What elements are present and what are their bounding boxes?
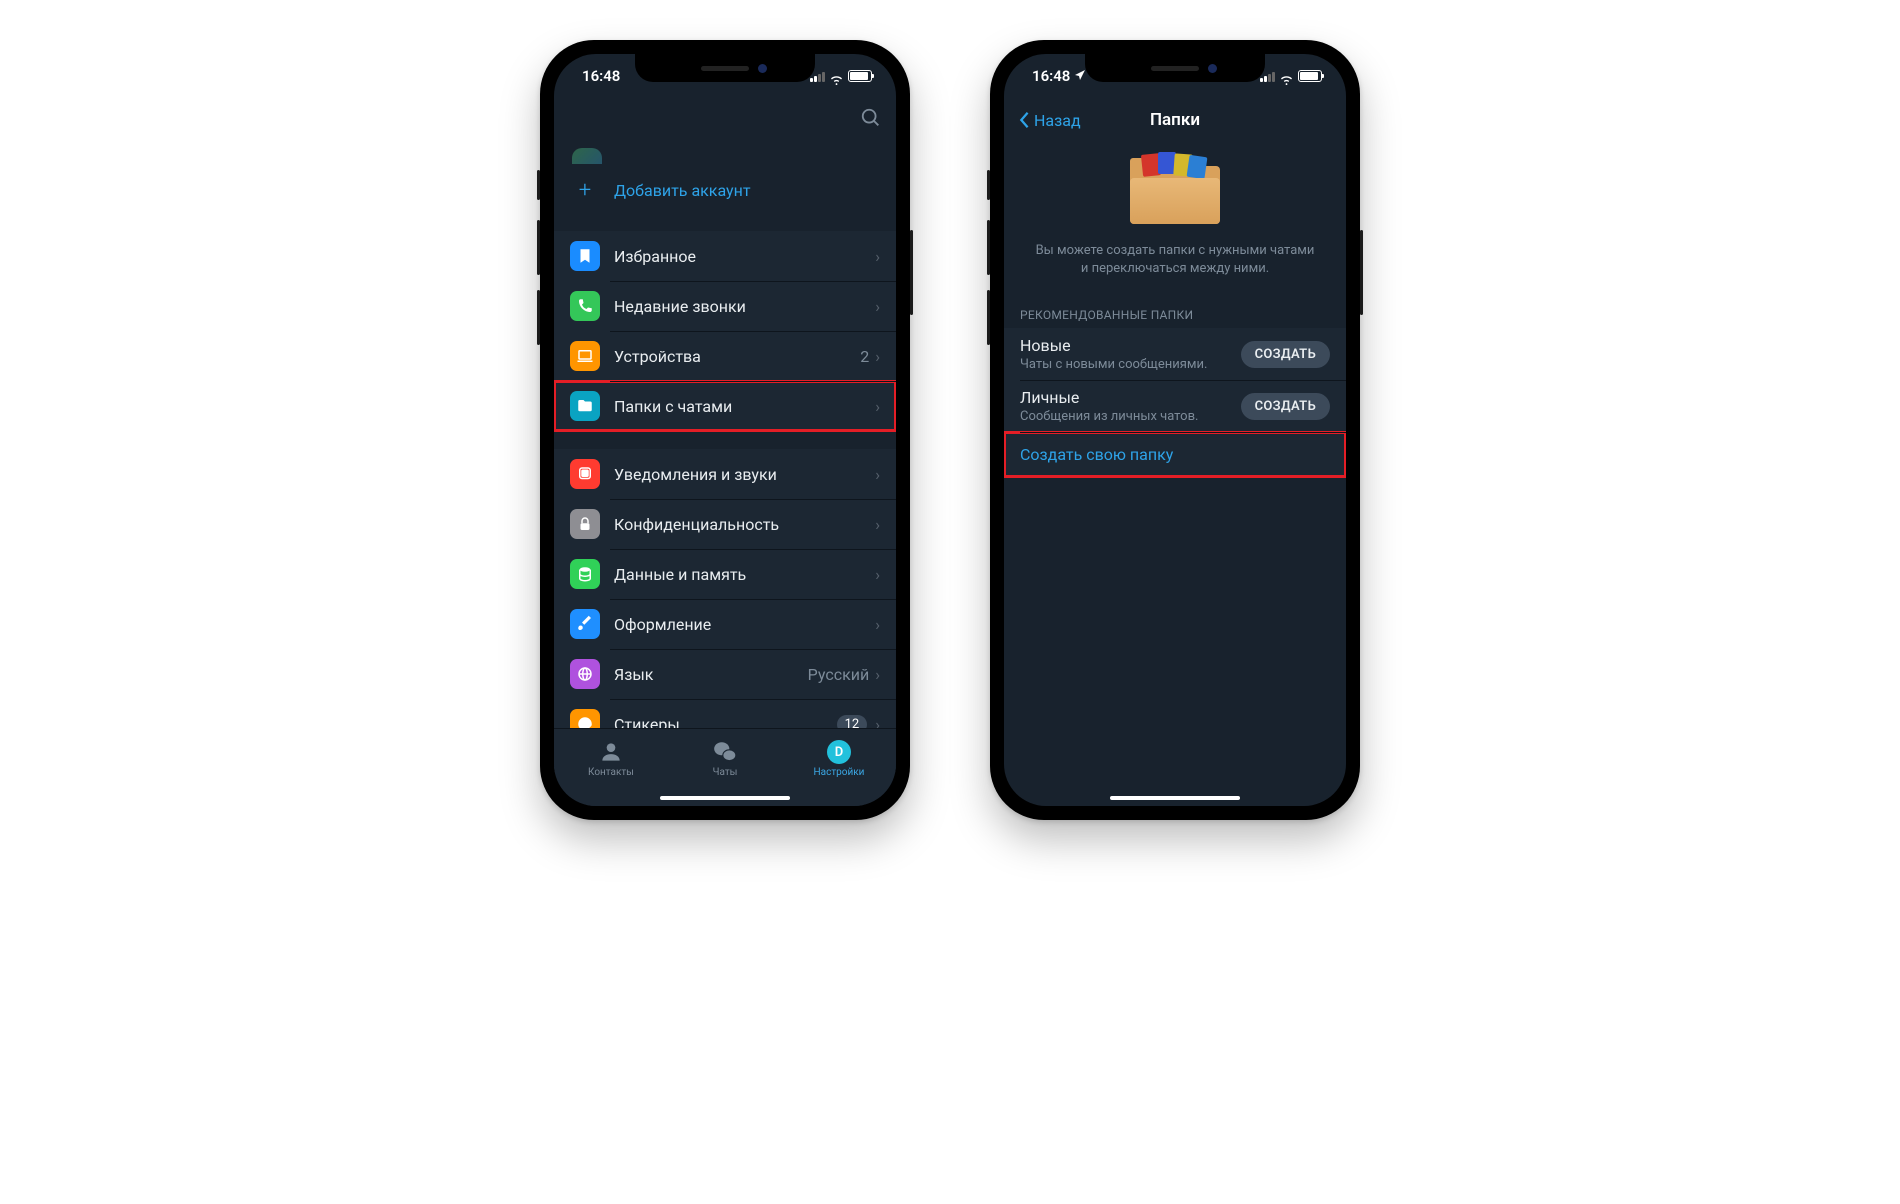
status-time: 16:48 <box>1032 67 1070 85</box>
section-header-recommended: РЕКОМЕНДОВАННЫЕ ПАПКИ <box>1004 302 1346 328</box>
create-button[interactable]: СОЗДАТЬ <box>1241 393 1330 420</box>
add-account-label: Добавить аккаунт <box>614 181 880 200</box>
data-icon <box>570 559 600 589</box>
folder-illustration <box>1130 152 1220 224</box>
phone-icon <box>570 291 600 321</box>
lock-icon <box>570 509 600 539</box>
hero-description: Вы можете создать папки с нужными чатами… <box>1034 242 1316 278</box>
notch <box>1085 54 1265 82</box>
row-data-storage[interactable]: Данные и память › <box>554 549 896 599</box>
tab-contacts[interactable]: Контакты <box>554 729 668 788</box>
back-button[interactable]: Назад <box>1018 111 1081 130</box>
nav-bar: Назад Папки <box>1004 98 1346 142</box>
row-chat-folders[interactable]: Папки с чатами › <box>554 381 896 431</box>
row-recent-calls[interactable]: Недавние звонки › <box>554 281 896 331</box>
settings-avatar: D <box>826 739 852 765</box>
search-icon[interactable] <box>860 107 882 134</box>
tab-bar: Контакты Чаты D Настройки <box>554 728 896 806</box>
row-appearance[interactable]: Оформление › <box>554 599 896 649</box>
chevron-right-icon: › <box>875 297 880 316</box>
tab-settings[interactable]: D Настройки <box>782 729 896 788</box>
wifi-icon <box>829 71 844 82</box>
bookmark-icon <box>570 241 600 271</box>
folder-row-new: Новые Чаты с новыми сообщениями. СОЗДАТЬ <box>1004 328 1346 380</box>
add-account-row[interactable]: + Добавить аккаунт <box>554 168 896 213</box>
row-favorites[interactable]: Избранное › <box>554 231 896 281</box>
tab-chats[interactable]: Чаты <box>668 729 782 788</box>
nav-bar <box>554 98 896 142</box>
status-time: 16:48 <box>582 67 620 85</box>
folder-icon <box>570 391 600 421</box>
chevron-right-icon: › <box>875 565 880 584</box>
chevron-right-icon: › <box>875 465 880 484</box>
chevron-right-icon: › <box>875 615 880 634</box>
row-language[interactable]: Язык Русский › <box>554 649 896 699</box>
phone-frame-right: 16:48 Назад Папки <box>990 40 1360 820</box>
notch <box>635 54 815 82</box>
chevron-right-icon: › <box>875 347 880 366</box>
chats-icon <box>712 739 738 765</box>
create-button[interactable]: СОЗДАТЬ <box>1241 341 1330 368</box>
chevron-right-icon: › <box>875 397 880 416</box>
create-own-folder-row[interactable]: Создать свою папку <box>1004 432 1346 477</box>
settings-section-1: Избранное › Недавние звонки › Устройства… <box>554 231 896 431</box>
battery-icon <box>848 70 872 82</box>
globe-icon <box>570 659 600 689</box>
bell-icon <box>570 459 600 489</box>
page-title: Папки <box>1150 110 1200 130</box>
home-indicator[interactable] <box>660 796 790 800</box>
contacts-icon <box>598 739 624 765</box>
laptop-icon <box>570 341 600 371</box>
row-notifications[interactable]: Уведомления и звуки › <box>554 449 896 499</box>
recommended-folders-section: Новые Чаты с новыми сообщениями. СОЗДАТЬ… <box>1004 328 1346 477</box>
settings-section-2: Уведомления и звуки › Конфиденциальность… <box>554 449 896 749</box>
chevron-right-icon: › <box>875 665 880 684</box>
wifi-icon <box>1279 71 1294 82</box>
current-account-avatar[interactable] <box>554 142 896 168</box>
row-devices[interactable]: Устройства 2 › <box>554 331 896 381</box>
phone-frame-left: 16:48 <box>540 40 910 820</box>
folder-row-personal: Личные Сообщения из личных чатов. СОЗДАТ… <box>1004 380 1346 432</box>
plus-icon: + <box>570 178 600 203</box>
chevron-right-icon: › <box>875 515 880 534</box>
chevron-right-icon: › <box>875 247 880 266</box>
brush-icon <box>570 609 600 639</box>
chevron-left-icon <box>1018 111 1030 129</box>
home-indicator[interactable] <box>1110 796 1240 800</box>
hero-section: Вы можете создать папки с нужными чатами… <box>1004 142 1346 302</box>
battery-icon <box>1298 70 1322 82</box>
location-icon <box>1074 67 1086 85</box>
row-privacy[interactable]: Конфиденциальность › <box>554 499 896 549</box>
